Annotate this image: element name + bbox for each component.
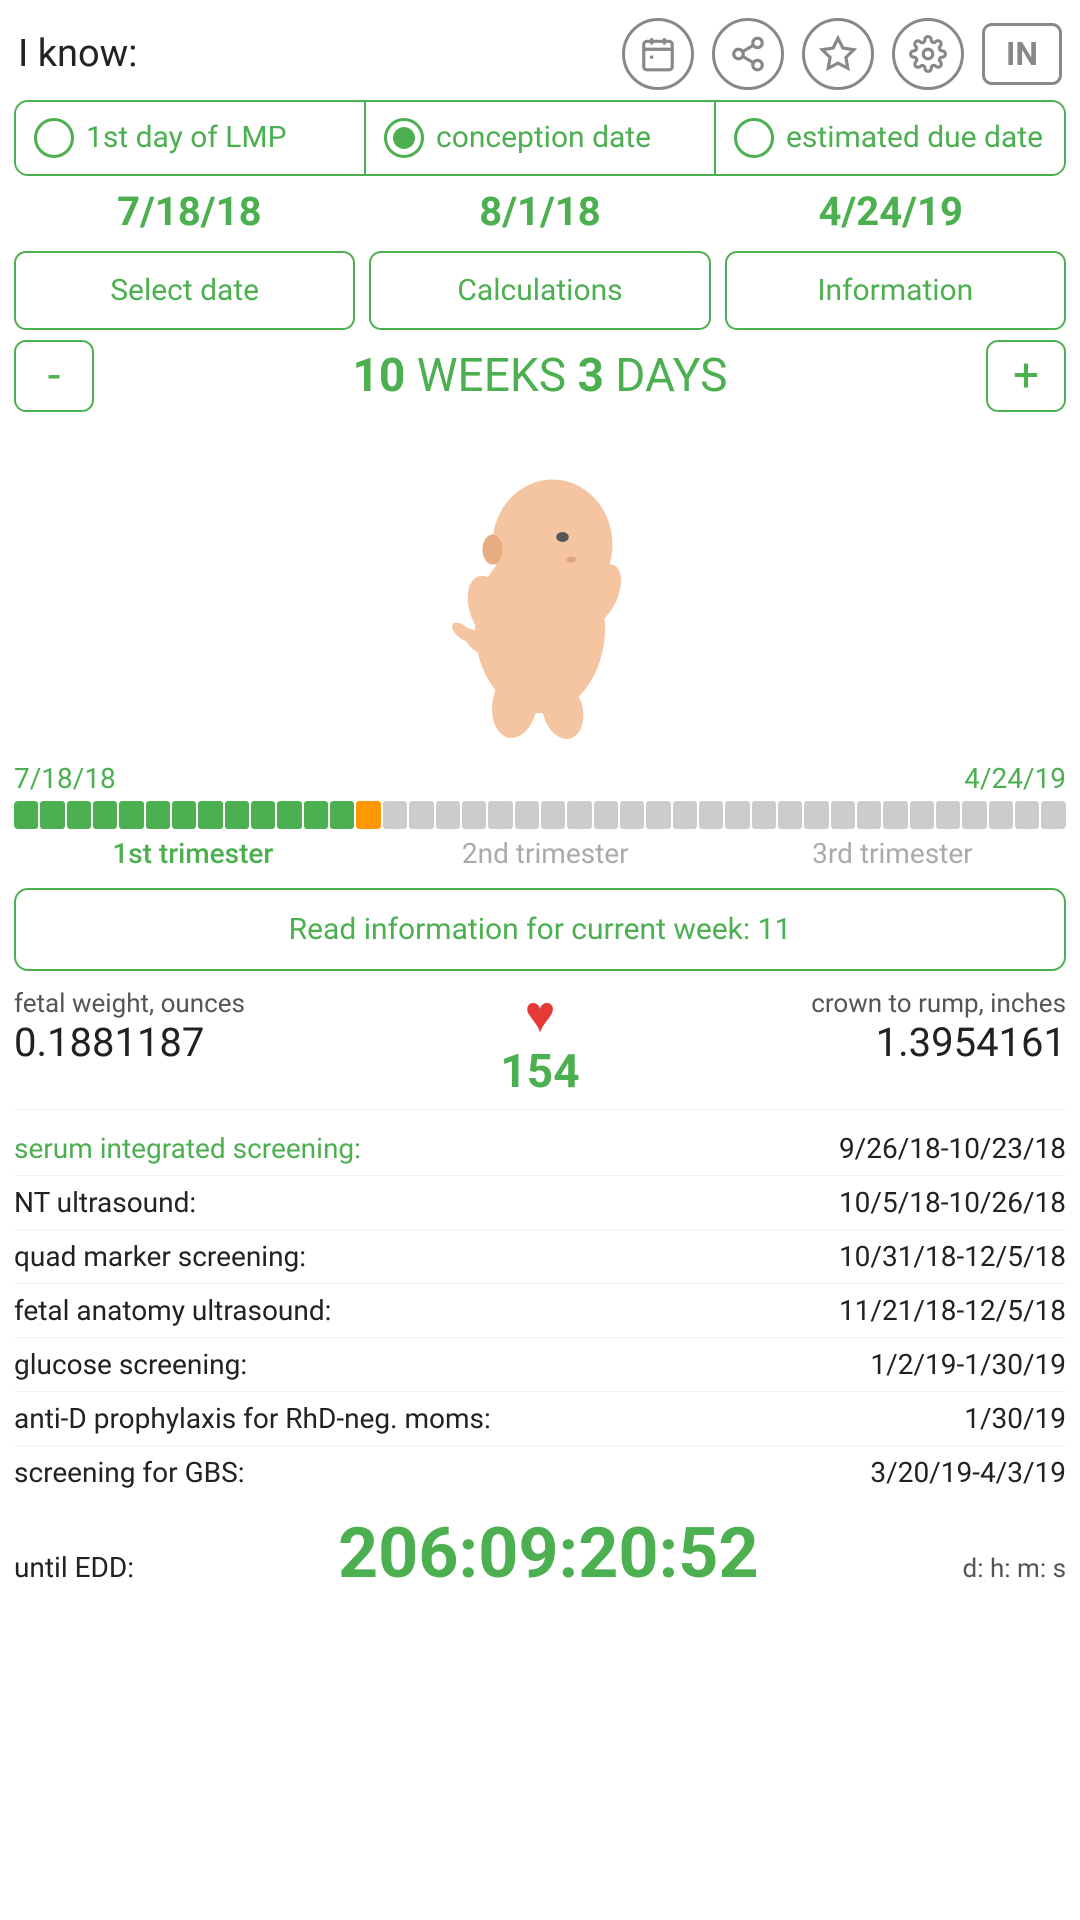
radio-lmp-label: 1st day of LMP [86,120,287,156]
weeks-display: 10 WEEKS 3 DAYS [108,349,972,403]
radio-row: 1st day of LMP conception date estimated… [14,100,1066,176]
medical-label: serum integrated screening: [14,1132,361,1165]
fetus-image [410,447,670,747]
radio-edd-outer [734,118,774,158]
progress-start-date: 7/18/18 [14,762,116,795]
progress-dates: 7/18/18 4/24/19 [14,762,1066,795]
medical-row: quad marker screening: 10/31/18-12/5/18 [14,1230,1066,1284]
top-bar: I know: IN [0,0,1080,100]
days-number: 3 [577,349,603,403]
in-button[interactable]: IN [982,23,1062,85]
medical-date: 9/26/18-10/23/18 [839,1132,1066,1165]
radio-edd[interactable]: estimated due date [716,102,1064,174]
radio-edd-label: estimated due date [786,120,1043,156]
medical-date: 3/20/19-4/3/19 [870,1456,1066,1489]
trim1-label: 1st trimester [14,837,372,870]
progress-area: 7/18/18 4/24/19 1st trimester 2nd trimes… [14,762,1066,870]
medical-row: fetal anatomy ultrasound: 11/21/18-12/5/1… [14,1284,1066,1338]
progress-end-date: 4/24/19 [964,762,1066,795]
dates-row: 7/18/18 8/1/18 4/24/19 [14,176,1066,241]
heart-section: ♥ 154 [480,989,599,1099]
medical-label: NT ultrasound: [14,1186,196,1219]
plus-button[interactable]: + [986,340,1066,412]
heart-icon: ♥ [525,989,556,1041]
fetal-weight-section: fetal weight, ounces 0.1881187 [14,989,480,1066]
medical-date: 10/5/18-10/26/18 [839,1186,1066,1219]
date-edd: 4/24/19 [715,176,1066,241]
countdown-time: 206:09:20:52 [338,1513,759,1595]
weeks-number: 10 [353,349,406,403]
medical-row: anti-D prophylaxis for RhD-neg. moms: 1/3… [14,1392,1066,1446]
settings-icon[interactable] [892,18,964,90]
medical-table: serum integrated screening: 9/26/18-10/23… [14,1122,1066,1499]
countdown-units: d: h: m: s [963,1554,1066,1584]
medical-label: glucose screening: [14,1348,247,1381]
star-icon[interactable] [802,18,874,90]
calculations-button[interactable]: Calculations [369,251,710,330]
countdown-row: until EDD: 206:09:20:52 d: h: m: s [14,1513,1066,1595]
medical-date: 1/30/19 [964,1402,1066,1435]
radio-conception-label: conception date [436,120,651,156]
radio-conception[interactable]: conception date [366,102,716,174]
medical-row: glucose screening: 1/2/19-1/30/19 [14,1338,1066,1392]
radio-lmp[interactable]: 1st day of LMP [16,102,366,174]
trim3-label: 3rd trimester [719,837,1066,870]
action-row: Select date Calculations Information [14,251,1066,330]
medical-label: quad marker screening: [14,1240,306,1273]
share-icon[interactable] [712,18,784,90]
medical-label: screening for GBS: [14,1456,245,1489]
medical-row: serum integrated screening: 9/26/18-10/23… [14,1122,1066,1176]
calendar-icon[interactable] [622,18,694,90]
stats-row: fetal weight, ounces 0.1881187 ♥ 154 cro… [14,989,1066,1110]
date-lmp: 7/18/18 [14,176,365,241]
info-box[interactable]: Read information for current week: 11 [14,888,1066,971]
crown-value: 1.3954161 [600,1019,1066,1066]
heart-count: 154 [500,1045,579,1099]
medical-label: fetal anatomy ultrasound: [14,1294,331,1327]
trimester-labels: 1st trimester 2nd trimester 3rd trimeste… [14,837,1066,870]
crown-rump-section: crown to rump, inches 1.3954161 [600,989,1066,1066]
top-icons: IN [622,18,1062,90]
medical-label: anti-D prophylaxis for RhD-neg. moms: [14,1402,491,1435]
minus-button[interactable]: - [14,340,94,412]
i-know-label: I know: [18,32,137,76]
fetal-weight-value: 0.1881187 [14,1019,480,1066]
medical-date: 11/21/18-12/5/18 [839,1294,1066,1327]
countdown-label: until EDD: [14,1551,134,1584]
medical-date: 1/2/19-1/30/19 [870,1348,1066,1381]
weeks-label: WEEKS [417,349,578,403]
medical-row: screening for GBS: 3/20/19-4/3/19 [14,1446,1066,1499]
days-label: DAYS [615,349,727,403]
select-date-button[interactable]: Select date [14,251,355,330]
date-conception: 8/1/18 [365,176,716,241]
progress-bar [14,801,1066,829]
medical-row: NT ultrasound: 10/5/18-10/26/18 [14,1176,1066,1230]
crown-label: crown to rump, inches [600,989,1066,1019]
fetus-image-area [0,422,1080,762]
radio-lmp-outer [34,118,74,158]
weeks-row: - 10 WEEKS 3 DAYS + [14,340,1066,412]
trim2-label: 2nd trimester [372,837,719,870]
radio-conception-outer [384,118,424,158]
information-button[interactable]: Information [725,251,1066,330]
medical-date: 10/31/18-12/5/18 [839,1240,1066,1273]
fetal-weight-label: fetal weight, ounces [14,989,480,1019]
radio-conception-inner [393,127,415,149]
